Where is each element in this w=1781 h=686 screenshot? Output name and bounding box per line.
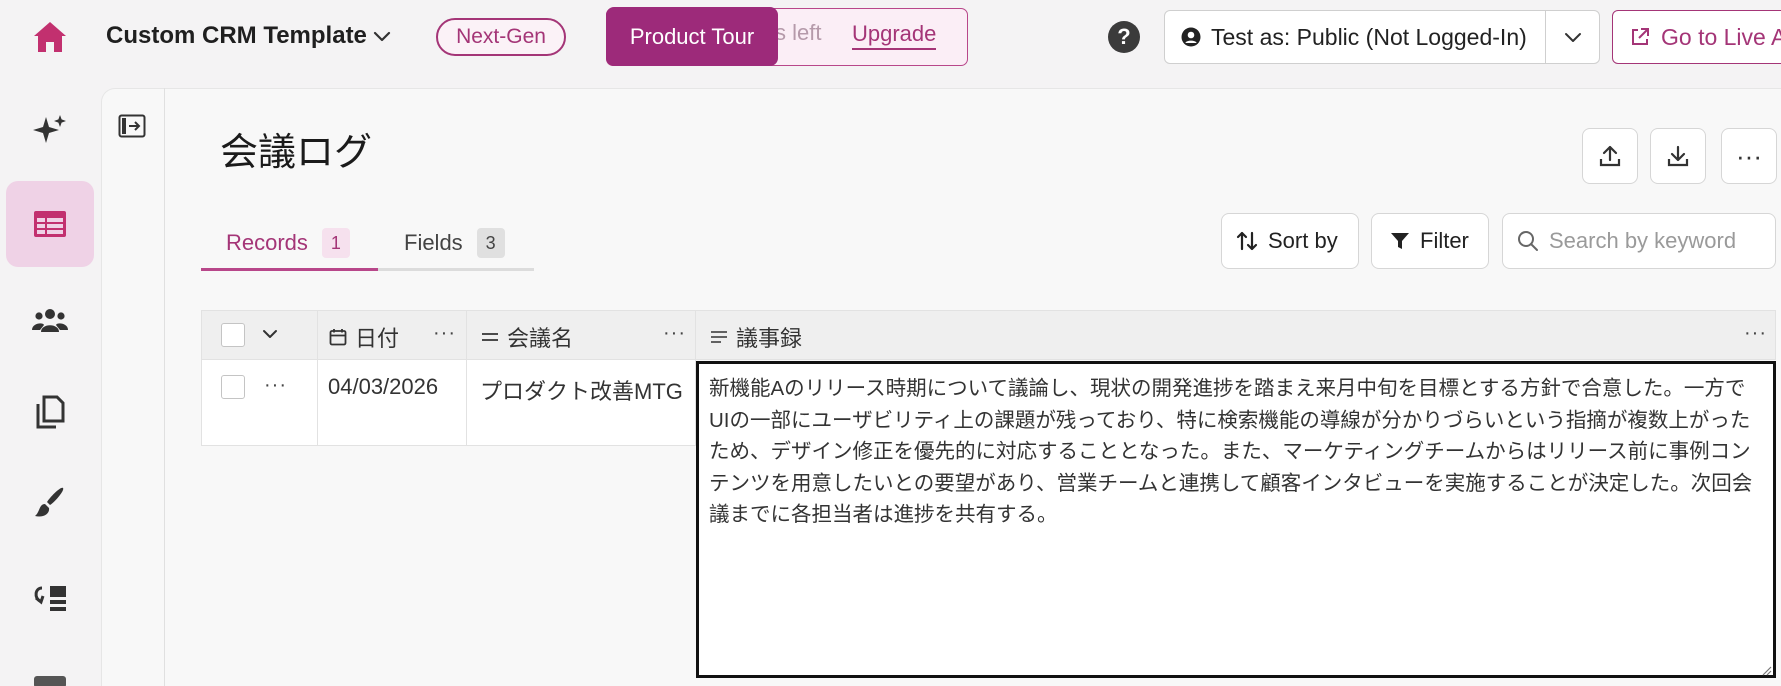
collapse-panel-icon[interactable]: [118, 114, 146, 138]
next-gen-badge[interactable]: Next-Gen: [436, 18, 566, 56]
pages-icon: [35, 395, 65, 429]
workflow-icon: [32, 584, 68, 614]
download-icon: [1666, 144, 1690, 168]
home-icon[interactable]: [26, 14, 74, 60]
short-text-icon: [481, 330, 499, 344]
column-header-name[interactable]: 会議名: [481, 321, 573, 353]
long-text-icon: [710, 330, 728, 344]
more-options-button[interactable]: ···: [1721, 128, 1777, 184]
calendar-icon: [329, 328, 347, 346]
panel-divider: [164, 88, 165, 686]
upgrade-link[interactable]: Upgrade: [852, 20, 937, 50]
sidebar-item-design[interactable]: [6, 460, 94, 546]
external-link-icon: [1629, 26, 1651, 48]
row-menu-icon[interactable]: ···: [264, 374, 287, 397]
row-checkbox[interactable]: [221, 375, 245, 399]
test-as-chevron-icon[interactable]: [1545, 11, 1600, 63]
minutes-editor[interactable]: 新機能Aのリリース時期について議論し、現状の開発進捗を踏まえ来月中旬を目標とする…: [696, 361, 1776, 678]
column-divider: [695, 310, 696, 360]
page-title: 会議ログ: [220, 132, 373, 174]
filter-icon: [1390, 231, 1410, 251]
test-as-button[interactable]: Test as: Public (Not Logged-In): [1165, 11, 1545, 63]
sidebar-item-workflows[interactable]: [6, 556, 94, 642]
tab-records-label: Records: [226, 230, 308, 255]
sort-icon: [1236, 230, 1258, 252]
sidebar-item-tables[interactable]: [6, 181, 94, 267]
users-icon: [31, 306, 69, 336]
sort-label: Sort by: [1268, 228, 1338, 253]
resize-handle-icon[interactable]: [1760, 664, 1772, 676]
test-as-label: Test as: Public (Not Logged-In): [1211, 23, 1527, 50]
filter-button[interactable]: Filter: [1371, 213, 1489, 269]
sort-button[interactable]: Sort by: [1221, 213, 1359, 269]
cell-date[interactable]: 04/03/2026: [328, 374, 438, 400]
tab-records[interactable]: Records 1: [226, 228, 350, 258]
product-tour-button[interactable]: Product Tour: [606, 7, 778, 66]
help-icon[interactable]: ?: [1108, 21, 1140, 53]
tab-fields-label: Fields: [404, 230, 463, 255]
export-button[interactable]: [1582, 128, 1638, 184]
sidebar-item-ai[interactable]: [6, 88, 94, 174]
go-to-live-app-button[interactable]: Go to Live A: [1612, 10, 1781, 64]
column-minutes-menu-icon[interactable]: ···: [1744, 322, 1767, 345]
column-divider: [466, 310, 467, 446]
tab-fields[interactable]: Fields 3: [404, 228, 505, 258]
import-button[interactable]: [1650, 128, 1706, 184]
column-date-menu-icon[interactable]: ···: [433, 322, 456, 345]
column-name-label: 会議名: [507, 326, 574, 351]
chevron-down-icon[interactable]: [372, 26, 392, 46]
go-to-live-label: Go to Live A: [1661, 23, 1781, 50]
select-all-checkbox[interactable]: [221, 323, 245, 347]
upload-icon: [1598, 144, 1622, 168]
search-box[interactable]: [1502, 213, 1776, 269]
column-divider: [317, 310, 318, 446]
sparkles-icon: [32, 113, 68, 149]
column-minutes-label: 議事録: [736, 326, 803, 351]
column-name-menu-icon[interactable]: ···: [663, 322, 686, 345]
brush-icon: [33, 486, 67, 520]
user-circle-icon: [1181, 27, 1201, 47]
sidebar-item-users[interactable]: [6, 278, 94, 364]
column-header-date[interactable]: 日付: [329, 321, 399, 353]
search-icon: [1517, 230, 1539, 252]
select-menu-chevron-icon[interactable]: [262, 326, 278, 342]
test-as-dropdown[interactable]: Test as: Public (Not Logged-In): [1164, 10, 1600, 64]
cell-meeting-name[interactable]: プロダクト改善MTG: [480, 374, 683, 406]
app-title[interactable]: Custom CRM Template: [106, 20, 367, 52]
sidebar-item-more[interactable]: [34, 676, 66, 686]
column-date-label: 日付: [355, 326, 400, 351]
search-input[interactable]: [1549, 228, 1769, 254]
fields-count-badge: 3: [476, 228, 505, 258]
tab-active-indicator: [201, 268, 378, 271]
sidebar-item-pages[interactable]: [6, 369, 94, 455]
column-header-minutes[interactable]: 議事録: [710, 321, 802, 353]
filter-label: Filter: [1420, 228, 1469, 253]
records-count-badge: 1: [321, 228, 350, 258]
table-icon: [33, 210, 67, 238]
